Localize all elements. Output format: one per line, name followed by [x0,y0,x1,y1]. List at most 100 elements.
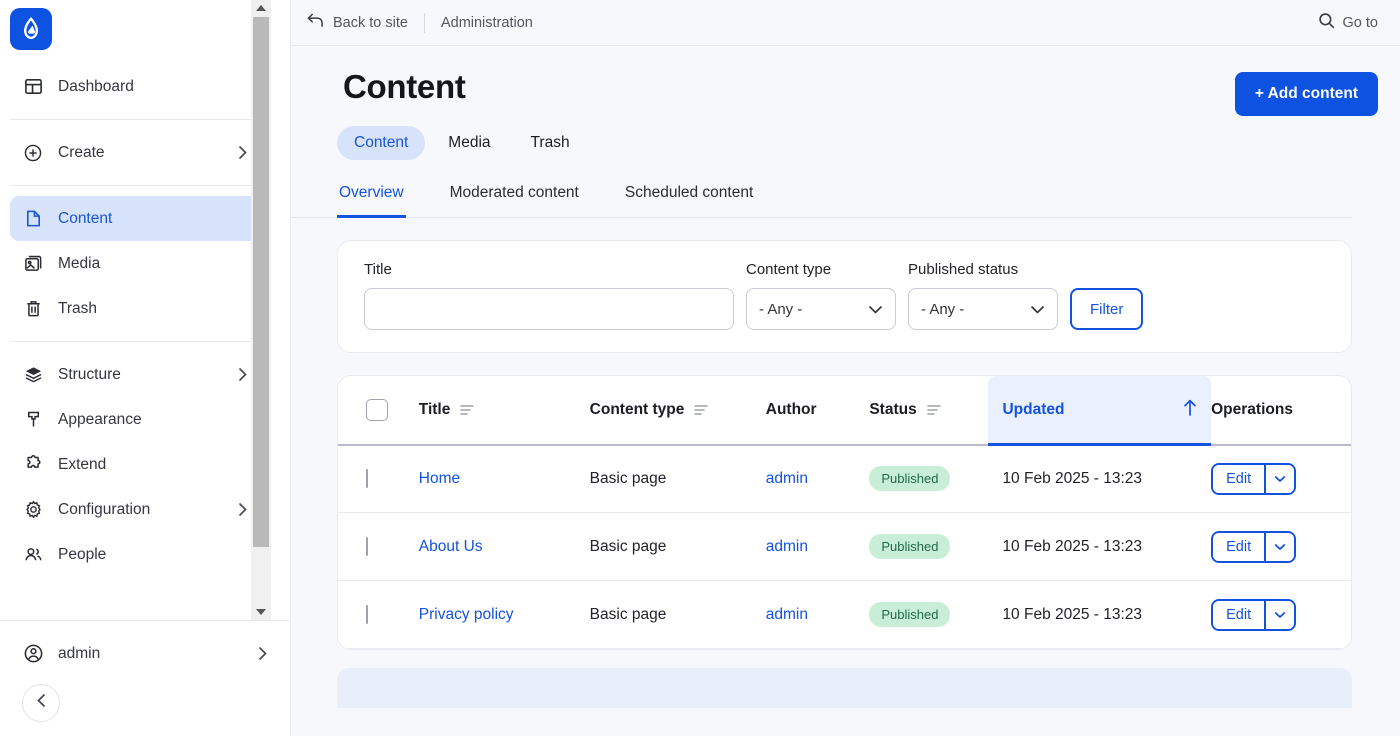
row-content-type-cell: Basic page [589,444,766,513]
sidebar-item-label: Media [58,254,101,272]
document-icon [22,208,44,230]
sidebar-item-media[interactable]: Media [10,241,261,286]
column-operations-label: Operations [1211,400,1293,418]
sidebar-item-label: Appearance [58,410,142,428]
back-to-site-link[interactable]: Back to site [307,13,408,32]
bulk-actions-bar [337,668,1352,708]
sidebar-item-label: Configuration [58,500,151,518]
published-status-field-group: Published status - Any - [908,261,1058,330]
sidebar-scrollbar[interactable] [251,0,271,620]
published-status-value: - Any - [921,300,965,318]
column-status[interactable]: Status [869,376,989,446]
table-row: About Us Basic page admin Published 10 Feb 2… [338,512,1351,581]
chevron-left-icon [36,693,46,713]
sidebar-item-label: Content [58,209,113,227]
sidebar-collapse-button[interactable] [22,684,60,722]
toolbar-divider [423,12,425,33]
author-link[interactable]: admin [766,470,808,487]
go-to-label: Go to [1342,14,1378,31]
row-content-type-cell: Basic page [589,512,766,581]
nav-group-4: Structure Appearance Extend Configuratio… [0,352,271,577]
row-author-cell: admin [765,512,870,581]
tab-overview[interactable]: Overview [337,178,406,218]
sort-icon[interactable] [926,404,942,416]
operations-split-button: Edit [1211,462,1297,495]
scroll-down-arrow-icon[interactable] [251,604,271,620]
go-to-search-button[interactable]: Go to [1318,12,1378,33]
image-stack-icon [22,253,44,275]
sidebar-item-trash[interactable]: Trash [10,286,261,331]
row-operations-cell: Edit [1211,580,1351,649]
tab-trash[interactable]: Trash [514,126,587,160]
sort-ascending-icon[interactable] [1183,399,1197,421]
tab-scheduled-content[interactable]: Scheduled content [623,178,755,218]
author-link[interactable]: admin [766,538,808,555]
sidebar-item-extend[interactable]: Extend [10,442,261,487]
sidebar-item-label: People [58,545,107,563]
drupal-drop-icon[interactable] [10,8,52,50]
sidebar-item-create[interactable]: Create [10,130,261,175]
title-field-label: Title [364,261,392,278]
content-title-link[interactable]: Privacy policy [419,606,514,623]
author-link[interactable]: admin [766,606,808,623]
tab-content[interactable]: Content [337,126,426,160]
row-title-cell: Home [418,444,590,513]
operations-dropdown-button[interactable] [1264,464,1295,493]
status-badge: Published [869,602,951,627]
sidebar-item-content[interactable]: Content [10,196,261,241]
add-content-button[interactable]: + Add content [1234,72,1378,116]
user-circle-icon [22,643,44,665]
sidebar-item-configuration[interactable]: Configuration [10,487,261,532]
row-checkbox[interactable] [366,536,368,556]
chevron-right-icon [258,646,267,661]
sidebar-divider [10,119,261,120]
edit-button[interactable]: Edit [1213,532,1265,561]
published-status-select[interactable]: - Any - [908,288,1058,330]
chevron-right-icon [238,145,247,160]
table-row: Home Basic page admin Published 10 Feb 2025 … [338,444,1351,513]
sidebar-item-appearance[interactable]: Appearance [10,397,261,442]
edit-button[interactable]: Edit [1213,464,1265,493]
row-checkbox[interactable] [366,604,368,624]
row-updated-cell: 10 Feb 2025 - 13:23 [988,512,1212,581]
arrow-back-icon [307,13,324,32]
scroll-up-arrow-icon[interactable] [251,0,271,16]
content-table: Title Content type Author Status Updated… [337,375,1352,650]
sidebar-divider [10,185,261,186]
filter-submit-button[interactable]: Filter [1070,288,1144,330]
nav-group-3: Content Media Trash [0,196,271,331]
chevron-right-icon [238,367,247,382]
column-content-type[interactable]: Content type [589,376,766,446]
column-title[interactable]: Title [418,376,590,446]
filter-panel: Title Content type - Any - Published sta… [337,240,1352,353]
title-input[interactable] [364,288,734,330]
content-title-link[interactable]: Home [419,470,460,487]
row-status-cell: Published [869,444,989,513]
sidebar-item-label: Create [58,143,105,161]
column-status-label: Status [869,400,917,418]
people-icon [22,544,44,566]
content-title-link[interactable]: About Us [419,538,483,555]
tab-media[interactable]: Media [431,126,507,160]
tab-moderated-content[interactable]: Moderated content [448,178,581,218]
sidebar-item-structure[interactable]: Structure [10,352,261,397]
content-type-select[interactable]: - Any - [746,288,896,330]
operations-dropdown-button[interactable] [1264,600,1295,629]
row-select-cell [338,512,419,581]
column-title-label: Title [418,400,451,418]
select-all-checkbox[interactable] [366,398,388,421]
dashboard-icon [22,76,44,98]
content-type-label: Content type [746,261,832,278]
edit-button[interactable]: Edit [1213,600,1265,629]
scrollbar-thumb[interactable] [253,17,269,547]
sidebar-item-account[interactable]: admin [10,631,281,676]
column-updated[interactable]: Updated [988,376,1212,446]
sort-icon[interactable] [460,404,475,416]
sidebar-item-label: Trash [58,299,98,317]
sidebar-item-people[interactable]: People [10,532,261,577]
sidebar-item-dashboard[interactable]: Dashboard [10,64,261,109]
sort-icon[interactable] [694,404,709,416]
row-checkbox[interactable] [366,468,368,488]
page-header: Content + Add content [291,46,1400,116]
operations-dropdown-button[interactable] [1264,532,1295,561]
